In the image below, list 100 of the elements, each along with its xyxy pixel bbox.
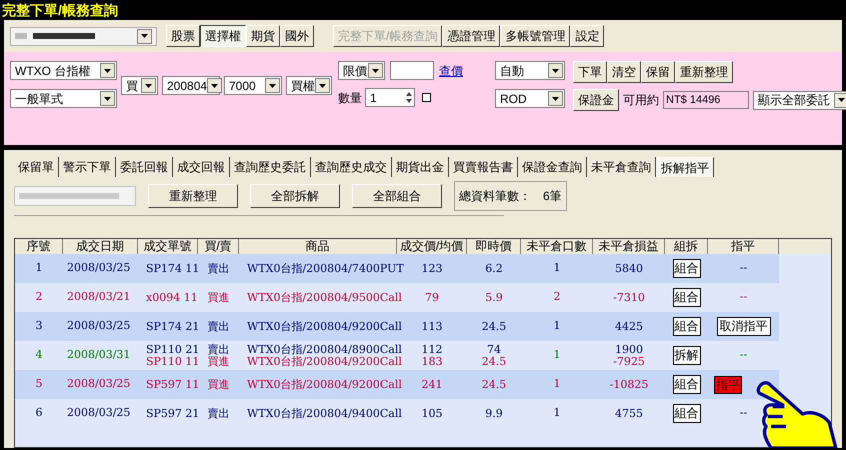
- table-cell: 賣出: [208, 408, 230, 420]
- tab[interactable]: 委託回報: [116, 157, 173, 177]
- combine-button[interactable]: 拆解: [672, 346, 700, 365]
- combine-button[interactable]: 組合: [672, 317, 700, 336]
- combine-button[interactable]: 組合: [672, 259, 700, 278]
- table-cell: 買進: [208, 292, 230, 304]
- button[interactable]: 重新整理: [148, 184, 238, 208]
- table-cell: 4755: [615, 408, 643, 420]
- table-cell: 賣出: [208, 262, 230, 274]
- table-cell: x0094 11: [146, 292, 198, 304]
- table-cell-text: 2008/03/25: [67, 405, 130, 422]
- tab[interactable]: 拆解指平: [656, 157, 714, 177]
- combine-button[interactable]: 組合: [672, 375, 700, 394]
- table-cell: 24.5: [482, 378, 506, 390]
- table-cell: SP597 11: [146, 378, 200, 390]
- close-button[interactable]: 指平: [714, 376, 742, 394]
- tab[interactable]: 成交回報: [173, 157, 230, 177]
- quantity-spinner[interactable]: 1: [365, 88, 415, 107]
- tab[interactable]: 保證金查詢: [518, 157, 587, 177]
- tab[interactable]: 查詢歷史成交: [311, 157, 392, 177]
- table-cell-text: 2008/03/21: [67, 289, 130, 306]
- tab[interactable]: 查詢歷史委託: [230, 157, 311, 177]
- dropdown[interactable]: 7000: [224, 76, 282, 95]
- market-tab[interactable]: 股票: [166, 25, 200, 47]
- combine-button[interactable]: 組合: [672, 404, 700, 423]
- market-tab[interactable]: 國外: [280, 25, 314, 47]
- tab[interactable]: 期貨出金: [392, 157, 449, 177]
- table-cell: WTX0台指/200804/9200Call: [247, 320, 402, 332]
- tab[interactable]: 警示下單: [59, 157, 116, 177]
- table-cell: 5.9: [485, 292, 503, 304]
- market-tab[interactable]: 期貨: [246, 25, 280, 47]
- table-cell: 9.9: [485, 408, 503, 420]
- table-cell-text: 1: [554, 405, 560, 422]
- market-tab[interactable]: 選擇權: [200, 25, 246, 47]
- combine-button[interactable]: 組合: [672, 288, 700, 307]
- table-cell-text: 5: [36, 376, 42, 392]
- table-cell-text: --: [740, 260, 748, 276]
- table-cell: 74: [487, 344, 501, 356]
- table-cell: 24.5: [482, 320, 506, 332]
- table-cell: 24.5: [482, 356, 506, 368]
- table-cell: 4425: [615, 320, 643, 332]
- table-cell: 買進: [208, 378, 230, 390]
- table-cell-text: 2008/03/25: [67, 318, 130, 334]
- quote-link[interactable]: 查價: [439, 62, 463, 80]
- total-label: 總資料筆數：: [459, 188, 531, 205]
- dropdown[interactable]: 一般單式: [10, 89, 117, 108]
- table-cell-text: 1: [554, 376, 560, 392]
- quantity-label: 數量: [338, 90, 362, 106]
- table-cell: WTX0台指/200804/9400Call: [247, 408, 402, 420]
- table-cell-text: 2008/03/31: [67, 347, 130, 364]
- table-cell: 5840: [615, 262, 643, 274]
- table-cell-text: --: [740, 347, 748, 364]
- dropdown[interactable]: 200804: [162, 76, 220, 95]
- table-cell: -7310: [613, 292, 645, 304]
- table-cell: 105: [422, 408, 442, 420]
- table-cell-text: 4: [36, 347, 42, 364]
- button[interactable]: 全部組合: [352, 184, 442, 208]
- table-cell-text: 1: [554, 318, 560, 334]
- tab[interactable]: 保留單: [14, 157, 59, 177]
- button[interactable]: 設定: [570, 25, 604, 47]
- button[interactable]: 全部拆解: [250, 184, 340, 208]
- table-cell: WTX0台指/200804/9500Call: [247, 292, 402, 304]
- total-value: 6筆: [543, 188, 562, 205]
- table-cell: 183: [422, 356, 442, 368]
- table-cell: 241: [422, 378, 442, 390]
- table-cell-text: --: [740, 405, 748, 422]
- dropdown[interactable]: 買權: [286, 76, 332, 95]
- table-cell: SP174 21: [146, 320, 200, 332]
- table-cell: 113: [422, 320, 442, 332]
- dropdown[interactable]: ROD: [495, 89, 565, 108]
- button[interactable]: 下單: [573, 61, 607, 83]
- tab[interactable]: 買賣報告書: [449, 157, 518, 177]
- dropdown[interactable]: 限價: [338, 61, 385, 80]
- cancel-close-button[interactable]: 取消指平: [716, 317, 770, 336]
- table-cell-text: 3: [36, 318, 42, 334]
- button[interactable]: 保證金: [573, 89, 619, 111]
- button[interactable]: 多帳號管理: [500, 25, 570, 47]
- dropdown[interactable]: 自動: [495, 61, 565, 80]
- table-cell: 123: [422, 262, 442, 274]
- table-cell: SP110 11: [146, 356, 200, 368]
- dropdown[interactable]: 顯示全部委託: [753, 90, 846, 110]
- table-cell-text: 2008/03/25: [67, 260, 130, 276]
- table-cell: 買進: [208, 356, 230, 368]
- table-cell: WTX0台指/200804/9200Call: [247, 356, 402, 368]
- button[interactable]: 憑證管理: [442, 25, 500, 47]
- button[interactable]: 保留: [641, 61, 675, 83]
- table-cell: 79: [425, 292, 439, 304]
- table-cell: -7925: [613, 356, 645, 368]
- button[interactable]: 清空: [607, 61, 641, 83]
- table-cell: WTX0台指/200804/8900Call: [247, 344, 402, 356]
- table-cell: SP110 21: [146, 344, 200, 356]
- button[interactable]: 重新整理: [675, 61, 733, 83]
- table-cell: 賣出: [208, 320, 230, 332]
- table-cell-text: 1: [36, 260, 42, 276]
- table-cell-text: 2008/03/25: [67, 376, 130, 392]
- table-cell: 賣出: [208, 344, 230, 356]
- table-cell: WTX0台指/200804/9200Call: [247, 378, 402, 390]
- dropdown[interactable]: 買: [121, 76, 158, 95]
- dropdown[interactable]: WTXO 台指權: [10, 61, 117, 80]
- table-cell-text: 2: [36, 289, 42, 306]
